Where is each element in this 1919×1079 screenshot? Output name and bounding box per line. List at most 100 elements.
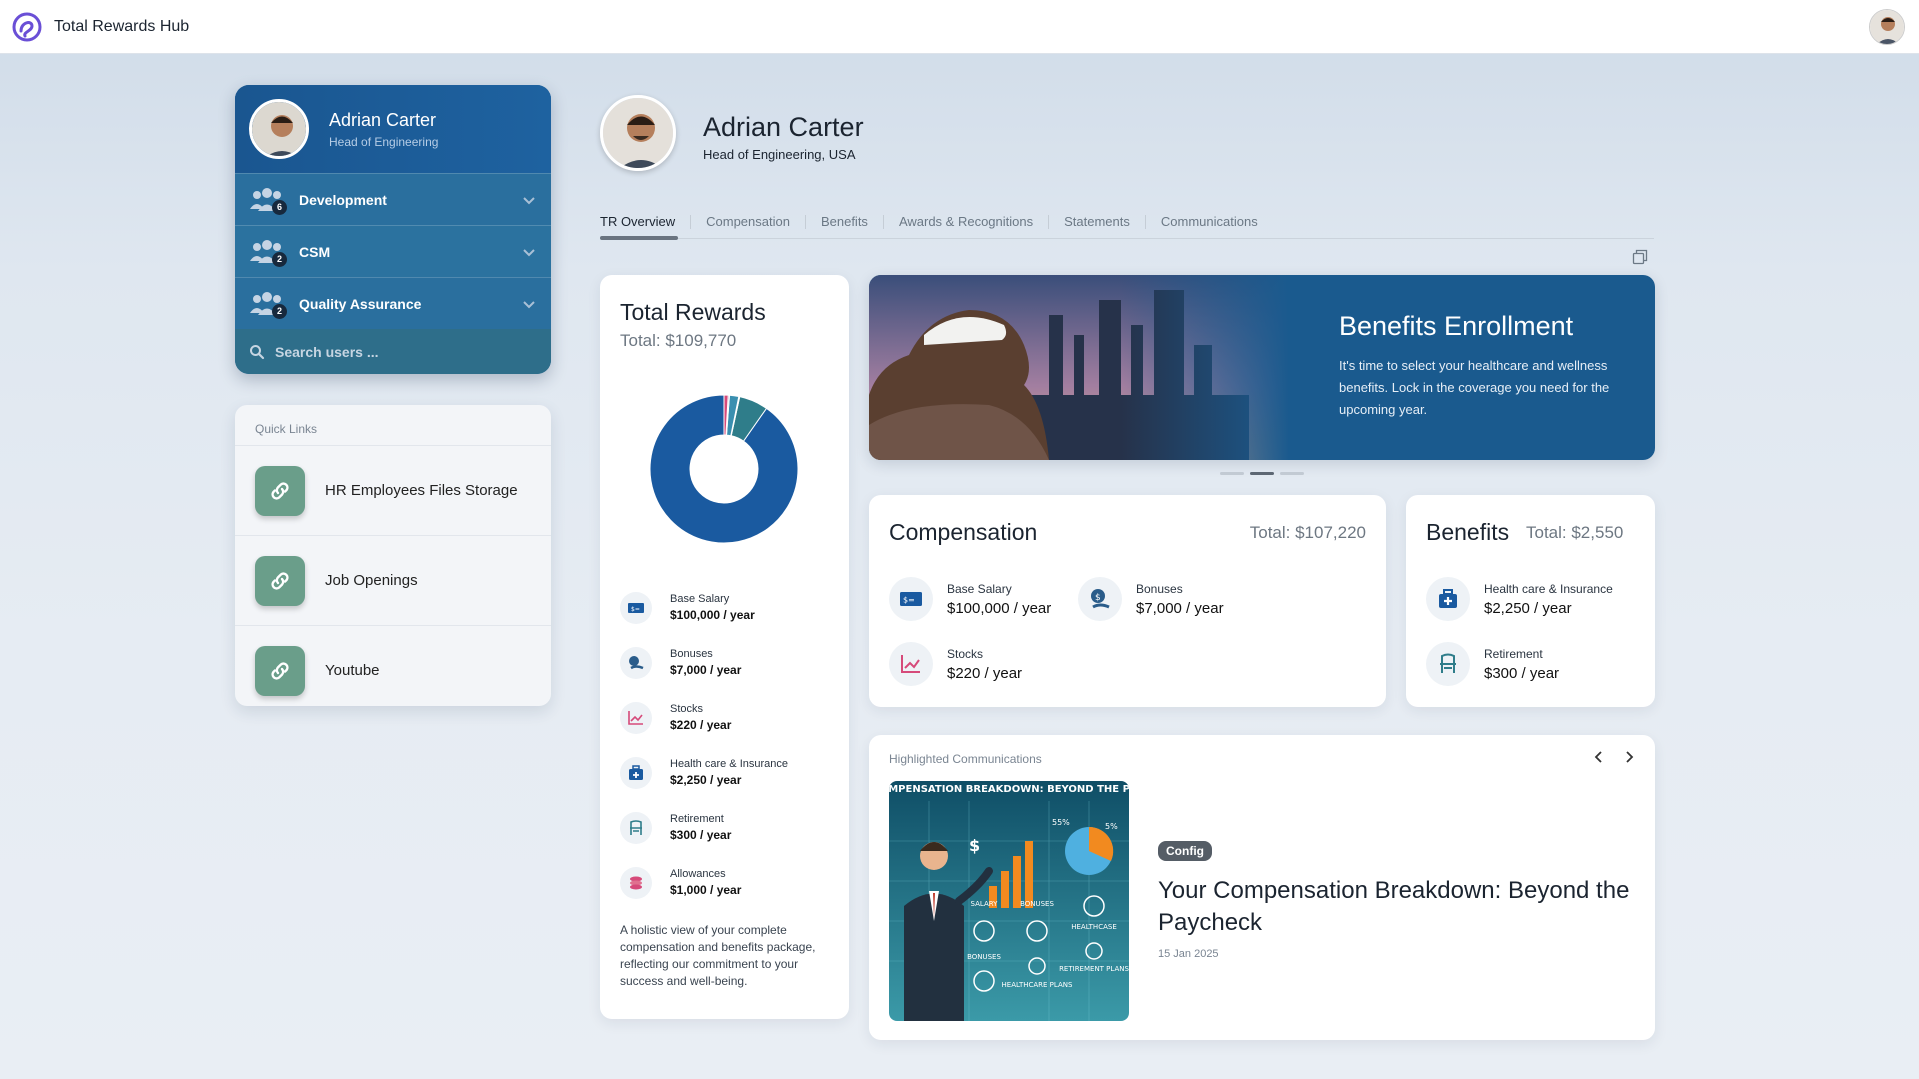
group-development[interactable]: 6 Development xyxy=(235,173,551,225)
communication-thumbnail[interactable]: YOUR COMPENSATION BREAKDOWN: BEYOND THE … xyxy=(889,781,1129,1021)
highlighted-communications-card: Highlighted Communications YOUR COMPENSA… xyxy=(869,735,1655,1040)
banner-image xyxy=(869,275,1289,460)
tab-awards-recognitions[interactable]: Awards & Recognitions xyxy=(882,214,1048,229)
benefits-card: Benefits Total: $2,550 Health care & Ins… xyxy=(1406,495,1655,707)
communications-nav xyxy=(1591,749,1637,765)
quick-link-youtube[interactable]: Youtube xyxy=(235,625,551,706)
benefits-title: Benefits xyxy=(1426,519,1510,545)
benefits-enrollment-banner[interactable]: Benefits Enrollment It's time to select … xyxy=(869,275,1655,460)
item-label: Allowances xyxy=(670,868,726,880)
item-label: Base Salary xyxy=(670,593,730,605)
item-value: $300 / year xyxy=(670,828,732,842)
quick-link-label: Youtube xyxy=(325,662,380,679)
svg-text:$: $ xyxy=(1095,593,1101,603)
group-count-badge: 2 xyxy=(272,303,287,319)
item-value: $7,000 / year xyxy=(1136,599,1224,617)
list-item: Retirement $300 / year xyxy=(1426,642,1559,686)
user-avatar[interactable] xyxy=(1869,9,1905,45)
svg-text:$: $ xyxy=(969,836,980,855)
list-item: Allowances $1,000 / year xyxy=(620,855,840,910)
item-label: Stocks xyxy=(947,646,984,661)
bonus-icon xyxy=(620,646,652,679)
tab-tr-overview[interactable]: TR Overview xyxy=(600,214,690,229)
quick-links-panel: Quick Links HR Employees Files Storage J… xyxy=(235,405,551,706)
quick-link-job-openings[interactable]: Job Openings xyxy=(235,535,551,625)
app-logo-icon[interactable] xyxy=(12,12,42,42)
tab-communications[interactable]: Communications xyxy=(1144,214,1273,229)
search-icon xyxy=(250,344,265,359)
search-users-input[interactable] xyxy=(275,343,525,360)
group-count-badge: 6 xyxy=(272,199,287,215)
compensation-card: Compensation Total: $107,220 $= Base Sal… xyxy=(869,495,1386,707)
item-value: $2,250 / year xyxy=(670,773,742,787)
thumbnail-label: RETIREMENT PLANS xyxy=(1059,965,1129,973)
total-rewards-description: A holistic view of your complete compens… xyxy=(620,923,816,988)
group-count-badge: 2 xyxy=(272,251,287,267)
carousel-dot-active[interactable] xyxy=(1250,472,1274,475)
chevron-down-icon[interactable] xyxy=(521,244,537,260)
item-label: Base Salary xyxy=(947,581,1012,596)
chevron-down-icon[interactable] xyxy=(521,192,537,208)
profile-avatar xyxy=(600,95,676,171)
group-csm[interactable]: 2 CSM xyxy=(235,225,551,277)
group-quality-assurance[interactable]: 2 Quality Assurance xyxy=(235,277,551,329)
thumbnail-label: 5% xyxy=(1105,822,1118,831)
users-icon: 2 xyxy=(249,239,287,267)
total-rewards-total: Total: $109,770 xyxy=(620,331,737,350)
active-tab-indicator xyxy=(600,236,678,240)
health-care-icon xyxy=(620,756,652,789)
users-icon: 6 xyxy=(249,187,287,215)
profile-role: Head of Engineering, USA xyxy=(703,147,856,162)
quick-link-label: HR Employees Files Storage xyxy=(325,482,518,499)
carousel-dot[interactable] xyxy=(1220,472,1244,475)
compensation-title: Compensation xyxy=(889,519,1038,545)
chevron-left-icon[interactable] xyxy=(1591,749,1607,765)
list-item: $= Base Salary $100,000 / year xyxy=(889,577,1051,621)
compensation-total: Total: $107,220 xyxy=(1249,523,1366,542)
quick-links-title: Quick Links xyxy=(255,422,318,436)
item-value: $300 / year xyxy=(1484,664,1560,682)
total-rewards-card: Total Rewards Total: $109,770 $= Base Sa… xyxy=(600,275,849,1019)
copy-icon[interactable] xyxy=(1632,249,1648,265)
quick-link-label: Job Openings xyxy=(325,572,418,589)
list-item: Health care & Insurance $2,250 / year xyxy=(620,745,840,800)
item-value: $220 / year xyxy=(670,718,732,732)
health-care-icon xyxy=(1426,577,1470,621)
bonus-icon: $ xyxy=(1078,577,1122,621)
thumbnail-label: 55% xyxy=(1052,818,1070,827)
item-label: Health care & Insurance xyxy=(1484,581,1613,596)
chevron-right-icon[interactable] xyxy=(1621,749,1637,765)
salary-icon: $= xyxy=(620,591,652,624)
list-item: $ Bonuses $7,000 / year xyxy=(1078,577,1224,621)
item-value: $2,250 / year xyxy=(1484,599,1572,617)
retirement-icon xyxy=(620,811,652,844)
item-label: Health care & Insurance xyxy=(670,758,789,770)
item-label: Bonuses xyxy=(1136,581,1183,596)
quick-link-hr-files[interactable]: HR Employees Files Storage xyxy=(235,445,551,535)
chevron-down-icon[interactable] xyxy=(521,296,537,312)
svg-text:$=: $= xyxy=(903,596,915,605)
list-item: Health care & Insurance $2,250 / year xyxy=(1426,577,1613,621)
banner-text: It's time to select your healthcare and … xyxy=(1339,358,1610,417)
link-icon xyxy=(255,465,305,516)
thumbnail-label: HEALTHCARE PLANS xyxy=(1002,981,1073,989)
stocks-icon xyxy=(889,642,933,686)
tab-compensation[interactable]: Compensation xyxy=(690,214,805,229)
tab-statements[interactable]: Statements xyxy=(1048,214,1145,229)
user-search xyxy=(235,329,551,374)
item-value: $220 / year xyxy=(947,664,1023,682)
item-label: Bonuses xyxy=(670,648,713,660)
sidebar-avatar[interactable] xyxy=(249,99,309,159)
item-label: Stocks xyxy=(670,703,704,715)
tab-benefits[interactable]: Benefits xyxy=(804,214,883,229)
carousel-dot[interactable] xyxy=(1280,472,1304,475)
salary-icon: $= xyxy=(889,577,933,621)
communication-title[interactable]: Your Compensation Breakdown: Beyond the … xyxy=(1158,875,1648,939)
list-item: $= Base Salary $100,000 / year xyxy=(620,580,840,635)
carousel-dots xyxy=(1220,472,1304,475)
item-value: $1,000 / year xyxy=(670,883,742,897)
allowances-icon xyxy=(620,866,652,899)
banner-title: Benefits Enrollment xyxy=(1339,311,1574,341)
main-tabs: TR Overview Compensation Benefits Awards… xyxy=(600,205,1654,239)
communication-tag: Config xyxy=(1158,841,1212,861)
